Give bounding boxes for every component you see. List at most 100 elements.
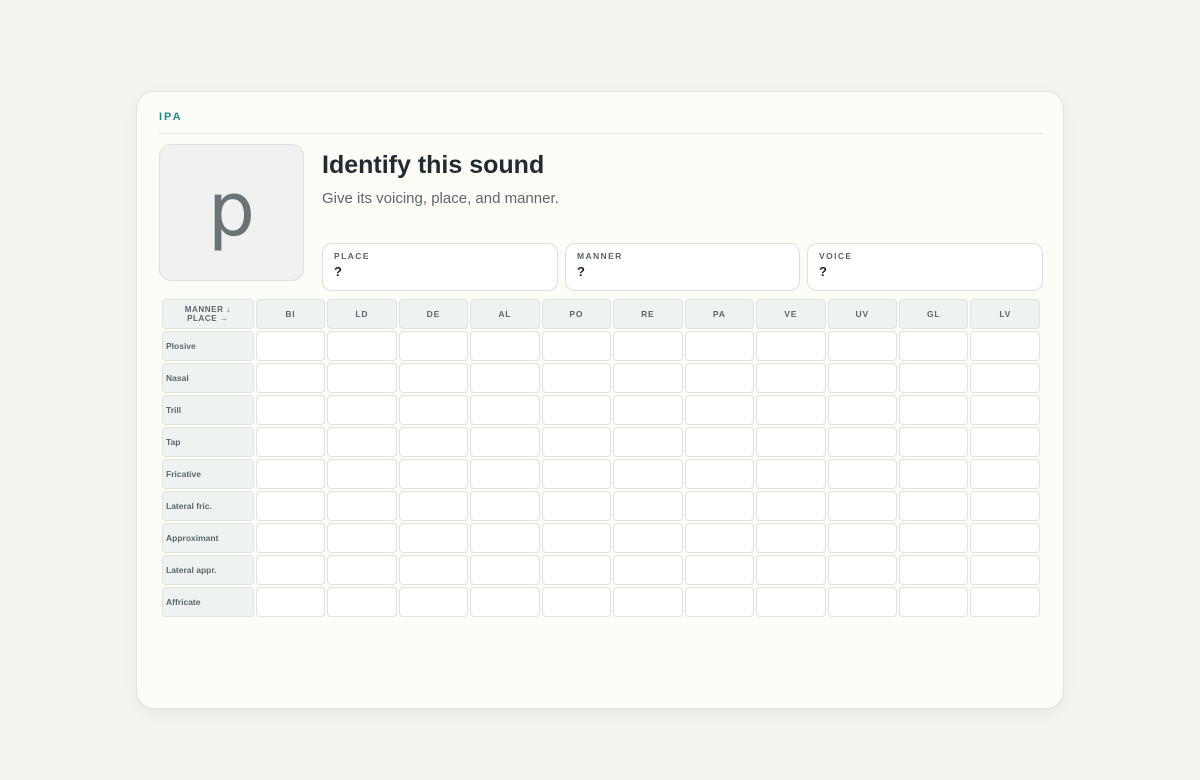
chart-cell[interactable]	[898, 363, 969, 393]
chart-cell[interactable]	[898, 427, 969, 457]
chart-cell[interactable]	[684, 555, 755, 585]
chart-cell[interactable]	[827, 331, 897, 361]
chart-cell[interactable]	[970, 331, 1040, 361]
chart-cell[interactable]	[756, 555, 826, 585]
chart-cell[interactable]	[970, 427, 1040, 457]
chart-cell[interactable]	[327, 363, 397, 393]
chart-cell[interactable]	[613, 587, 683, 617]
chart-cell[interactable]	[255, 459, 326, 489]
chart-cell[interactable]	[327, 523, 397, 553]
chart-cell[interactable]	[898, 331, 969, 361]
chart-cell[interactable]	[898, 587, 969, 617]
chart-cell[interactable]	[756, 491, 826, 521]
chart-cell[interactable]	[827, 587, 897, 617]
chart-cell[interactable]	[255, 555, 326, 585]
chart-cell[interactable]	[255, 523, 326, 553]
chart-cell[interactable]	[827, 363, 897, 393]
chart-cell[interactable]	[398, 427, 469, 457]
chart-cell[interactable]	[255, 363, 326, 393]
chart-cell[interactable]	[470, 427, 540, 457]
chart-cell[interactable]	[255, 395, 326, 425]
chart-cell[interactable]	[756, 363, 826, 393]
chart-cell[interactable]	[470, 523, 540, 553]
chart-cell[interactable]	[684, 363, 755, 393]
chart-cell[interactable]	[970, 363, 1040, 393]
place-field[interactable]: PLACE ?	[322, 243, 558, 291]
chart-cell[interactable]	[970, 523, 1040, 553]
chart-cell[interactable]	[541, 555, 612, 585]
chart-cell[interactable]	[398, 555, 469, 585]
chart-cell[interactable]	[255, 491, 326, 521]
chart-cell[interactable]	[398, 363, 469, 393]
chart-cell[interactable]	[613, 523, 683, 553]
chart-cell[interactable]	[470, 363, 540, 393]
chart-cell[interactable]	[398, 587, 469, 617]
chart-cell[interactable]	[613, 331, 683, 361]
chart-cell[interactable]	[756, 523, 826, 553]
chart-cell[interactable]	[970, 587, 1040, 617]
chart-cell[interactable]	[470, 491, 540, 521]
chart-cell[interactable]	[756, 331, 826, 361]
chart-cell[interactable]	[398, 523, 469, 553]
chart-cell[interactable]	[613, 491, 683, 521]
chart-cell[interactable]	[827, 491, 897, 521]
chart-cell[interactable]	[827, 427, 897, 457]
chart-cell[interactable]	[613, 363, 683, 393]
chart-cell[interactable]	[327, 555, 397, 585]
chart-cell[interactable]	[613, 395, 683, 425]
chart-cell[interactable]	[684, 491, 755, 521]
chart-cell[interactable]	[684, 331, 755, 361]
chart-cell[interactable]	[898, 555, 969, 585]
chart-cell[interactable]	[327, 331, 397, 361]
chart-cell[interactable]	[470, 331, 540, 361]
chart-cell[interactable]	[970, 459, 1040, 489]
chart-cell[interactable]	[756, 587, 826, 617]
chart-cell[interactable]	[970, 491, 1040, 521]
chart-cell[interactable]	[327, 491, 397, 521]
chart-cell[interactable]	[541, 459, 612, 489]
chart-cell[interactable]	[255, 331, 326, 361]
chart-cell[interactable]	[827, 459, 897, 489]
chart-cell[interactable]	[613, 555, 683, 585]
chart-cell[interactable]	[970, 555, 1040, 585]
chart-cell[interactable]	[470, 587, 540, 617]
manner-field[interactable]: MANNER ?	[565, 243, 800, 291]
chart-cell[interactable]	[541, 587, 612, 617]
chart-cell[interactable]	[398, 491, 469, 521]
chart-cell[interactable]	[827, 395, 897, 425]
chart-cell[interactable]	[827, 523, 897, 553]
chart-cell[interactable]	[541, 491, 612, 521]
chart-cell[interactable]	[470, 459, 540, 489]
chart-cell[interactable]	[327, 587, 397, 617]
chart-cell[interactable]	[613, 427, 683, 457]
chart-cell[interactable]	[327, 395, 397, 425]
chart-cell[interactable]	[756, 427, 826, 457]
chart-cell[interactable]	[541, 395, 612, 425]
chart-cell[interactable]	[255, 587, 326, 617]
chart-cell[interactable]	[756, 459, 826, 489]
chart-cell[interactable]	[684, 523, 755, 553]
chart-cell[interactable]	[684, 459, 755, 489]
chart-cell[interactable]	[255, 427, 326, 457]
chart-cell[interactable]	[470, 395, 540, 425]
chart-cell[interactable]	[470, 555, 540, 585]
chart-cell[interactable]	[327, 427, 397, 457]
chart-cell[interactable]	[541, 427, 612, 457]
chart-cell[interactable]	[898, 523, 969, 553]
chart-cell[interactable]	[398, 331, 469, 361]
chart-cell[interactable]	[898, 459, 969, 489]
chart-cell[interactable]	[398, 459, 469, 489]
chart-cell[interactable]	[613, 459, 683, 489]
chart-cell[interactable]	[541, 363, 612, 393]
chart-cell[interactable]	[327, 459, 397, 489]
chart-cell[interactable]	[398, 395, 469, 425]
chart-cell[interactable]	[684, 395, 755, 425]
chart-cell[interactable]	[684, 427, 755, 457]
chart-cell[interactable]	[898, 491, 969, 521]
voice-field[interactable]: VOICE ?	[807, 243, 1043, 291]
chart-cell[interactable]	[541, 331, 612, 361]
chart-cell[interactable]	[970, 395, 1040, 425]
chart-cell[interactable]	[541, 523, 612, 553]
chart-cell[interactable]	[898, 395, 969, 425]
chart-cell[interactable]	[827, 555, 897, 585]
